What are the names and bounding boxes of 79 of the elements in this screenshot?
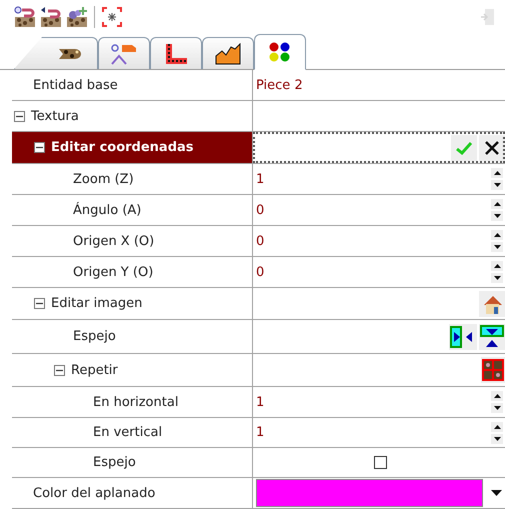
tile-button[interactable] <box>481 357 505 383</box>
property-label: Ángulo (A) <box>73 202 142 218</box>
close-button[interactable] <box>479 134 505 160</box>
focus-icon <box>101 6 123 28</box>
caret-up-icon <box>494 171 500 175</box>
decrement-button[interactable] <box>491 434 503 444</box>
caret-up-icon <box>494 394 500 398</box>
property-value: 0 <box>256 234 266 248</box>
minus-icon <box>36 144 43 151</box>
path-icon <box>164 42 188 64</box>
decrement-button[interactable] <box>491 403 503 413</box>
increment-button[interactable] <box>491 261 503 271</box>
terrain-icon <box>215 42 241 64</box>
piece-add-icon <box>66 6 88 28</box>
tool-button[interactable] <box>101 6 123 28</box>
tab[interactable] <box>150 37 202 69</box>
tool-button[interactable] <box>14 6 36 28</box>
caret-up-icon <box>494 202 500 206</box>
check-icon <box>455 140 473 154</box>
close-icon <box>484 140 500 156</box>
tab[interactable] <box>254 34 306 70</box>
mirror-horizontal-button[interactable] <box>449 324 477 350</box>
property-value: 0 <box>256 264 266 280</box>
property-label: Espejo <box>93 455 136 470</box>
piece-info-icon <box>14 6 36 28</box>
property-label: Origen Y (O) <box>73 264 154 280</box>
increment-button[interactable] <box>491 199 503 209</box>
property-label: Editar coordenadas <box>51 140 194 155</box>
tool-button[interactable] <box>66 6 88 28</box>
caret-down-icon <box>490 490 502 496</box>
property-value: 1 <box>256 172 266 186</box>
decrement-button[interactable] <box>491 180 503 190</box>
property-label: Color del aplanado <box>33 486 156 500</box>
property-label: Zoom (Z) <box>73 172 134 186</box>
tab[interactable] <box>202 37 254 69</box>
tile-grid-icon <box>482 359 504 381</box>
property-label: Origen X (O) <box>73 234 154 248</box>
property-value: 1 <box>256 394 266 410</box>
collapse-toggle[interactable] <box>34 298 45 309</box>
increment-button[interactable] <box>491 391 503 401</box>
caret-down-icon <box>494 276 500 280</box>
tool-button[interactable] <box>40 6 62 28</box>
decrement-button[interactable] <box>491 211 503 221</box>
collapse-toggle[interactable] <box>34 142 45 153</box>
exit-door-icon <box>480 8 496 26</box>
property-label: Editar imagen <box>51 296 142 311</box>
property-label: Entidad base <box>33 78 118 92</box>
property-label: Repetir <box>71 362 118 378</box>
decrement-button[interactable] <box>491 242 503 252</box>
increment-button[interactable] <box>491 230 503 240</box>
minus-icon <box>36 300 43 307</box>
decrement-button[interactable] <box>491 273 503 283</box>
color-dots-icon <box>269 42 291 62</box>
increment-button[interactable] <box>491 168 503 178</box>
caret-up-icon <box>494 264 500 268</box>
caret-up-icon <box>494 424 500 428</box>
mirror-vertical-icon <box>480 324 504 348</box>
house-button[interactable] <box>479 290 505 316</box>
piece-back-icon <box>40 6 62 28</box>
color-swatch[interactable] <box>256 479 483 507</box>
caret-down-icon <box>494 245 500 249</box>
property-label: En horizontal <box>93 394 178 410</box>
mirror-vertical-button[interactable] <box>479 324 505 350</box>
caret-down-icon <box>494 406 500 410</box>
caret-down-icon <box>494 214 500 218</box>
caret-down-icon <box>494 183 500 187</box>
caret-up-icon <box>494 233 500 237</box>
property-value: Piece 2 <box>256 78 304 92</box>
property-label: En vertical <box>93 425 162 440</box>
property-value: 0 <box>256 202 266 218</box>
property-value: 1 <box>256 425 266 440</box>
property-label: Espejo <box>73 329 116 344</box>
increment-button[interactable] <box>491 422 503 432</box>
property-label: Textura <box>31 108 79 124</box>
node-link-icon <box>110 42 138 64</box>
collapse-toggle[interactable] <box>54 364 65 376</box>
collapse-toggle[interactable] <box>14 110 25 122</box>
checkbox[interactable] <box>374 456 387 469</box>
caret-down-icon <box>494 436 500 440</box>
